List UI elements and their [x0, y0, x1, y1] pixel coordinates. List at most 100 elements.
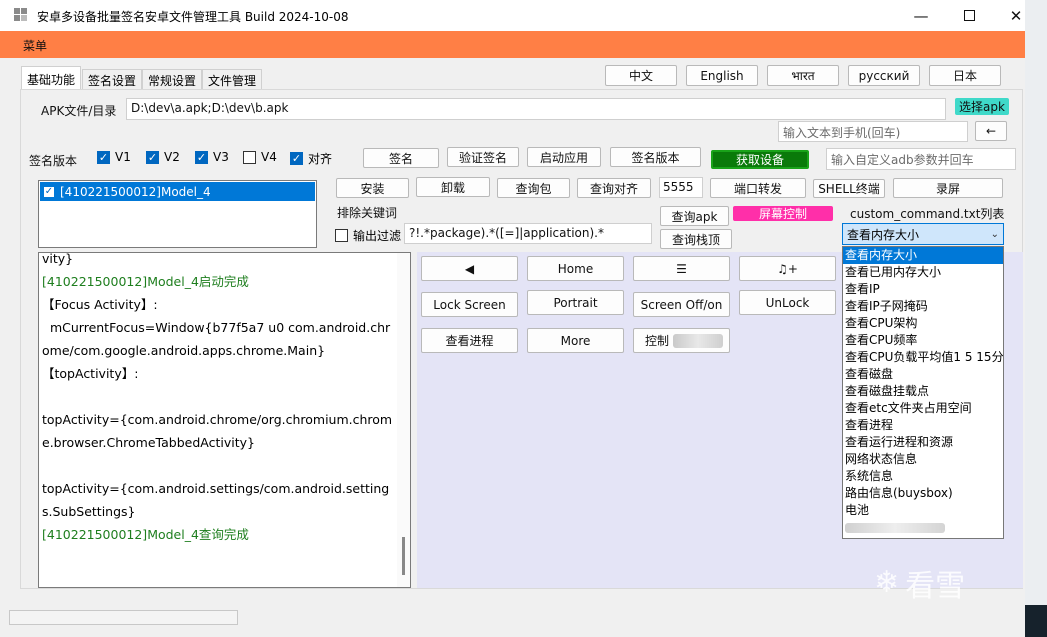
sign-version-button[interactable]: 签名版本 — [610, 147, 701, 167]
lock-screen-button[interactable]: Lock Screen — [421, 292, 518, 317]
dropdown-option[interactable]: 查看运行进程和资源 — [843, 434, 1003, 451]
launch-app-button[interactable]: 启动应用 — [527, 147, 601, 167]
window-title: 安卓多设备批量签名安卓文件管理工具 Build 2024-10-08 — [37, 10, 349, 24]
tab-sign-settings[interactable]: 签名设置 — [82, 69, 143, 90]
maximize-icon — [963, 10, 975, 21]
background-window-strip-dark — [1025, 605, 1047, 637]
scrollbar-thumb[interactable] — [402, 537, 405, 575]
phone-text-input[interactable]: 输入文本到手机(回车) — [778, 121, 968, 142]
get-device-button[interactable]: 获取设备 — [711, 150, 809, 169]
custom-command-dropdown[interactable]: 查看内存大小 ⌄ — [842, 223, 1004, 245]
checkbox-align[interactable]: ✓ 对齐 — [290, 150, 332, 167]
dropdown-option[interactable]: 网络状态信息 — [843, 451, 1003, 468]
log-line: [410221500012]Model_4启动完成 — [42, 274, 249, 289]
menu-bar: 菜单 — [0, 31, 1025, 58]
dropdown-option[interactable]: 查看CPU频率 — [843, 332, 1003, 349]
dropdown-option-blurred[interactable] — [843, 519, 1003, 536]
port-forward-button[interactable]: 端口转发 — [710, 178, 806, 198]
unlock-button[interactable]: UnLock — [739, 290, 836, 315]
log-line: [410221500012]Model_4查询完成 — [42, 527, 249, 542]
log-line: vity} — [42, 252, 74, 266]
dropdown-option[interactable]: 查看磁盘挂载点 — [843, 383, 1003, 400]
port-input[interactable]: 5555 — [659, 177, 703, 198]
dropdown-option[interactable]: 查看IP子网掩码 — [843, 298, 1003, 315]
minimize-button[interactable]: — — [898, 0, 944, 31]
blurred-region — [673, 333, 724, 348]
chevron-down-icon: ⌄ — [990, 228, 999, 240]
checkbox-v1[interactable]: ✓ V1 — [97, 150, 131, 164]
apk-path-input[interactable]: D:\dev\a.apk;D:\dev\b.apk — [126, 98, 946, 120]
home-key-button[interactable]: Home — [527, 256, 624, 281]
background-window-strip — [1025, 0, 1047, 637]
view-process-button[interactable]: 查看进程 — [421, 328, 518, 353]
tab-basic-functions[interactable]: 基础功能 — [21, 66, 82, 90]
exclude-keywords-label: 排除关键词 — [337, 206, 398, 220]
back-key-button[interactable]: ◀ — [421, 256, 518, 281]
filter-regex-input[interactable]: ?!.*package).*([=]|application).* — [404, 223, 652, 244]
checkbox-v4[interactable]: V4 — [243, 150, 277, 164]
close-button[interactable]: ✕ — [993, 0, 1025, 31]
log-scrollbar[interactable] — [397, 253, 410, 587]
minimize-icon: — — [913, 6, 929, 25]
custom-command-label: custom_command.txt列表 — [850, 207, 1005, 221]
status-field — [9, 610, 238, 625]
log-output[interactable]: vity} [410221500012]Model_4启动完成 【Focus Act… — [38, 252, 411, 588]
dropdown-option[interactable]: 查看进程 — [843, 417, 1003, 434]
device-list-item[interactable]: ✓ [410221500012]Model_4 — [40, 182, 315, 201]
tab-file-management[interactable]: 文件管理 — [202, 69, 263, 90]
maximize-button[interactable] — [946, 0, 992, 31]
shell-terminal-button[interactable]: SHELL终端 — [813, 179, 885, 198]
check-icon: ✓ — [146, 150, 159, 164]
dropdown-option[interactable]: 查看etc文件夹占用空间 — [843, 400, 1003, 417]
record-screen-button[interactable]: 录屏 — [893, 178, 1003, 198]
query-package-button[interactable]: 查询包 — [497, 178, 570, 198]
check-icon: ✓ — [97, 150, 110, 164]
screen-off-on-button[interactable]: Screen Off/on — [633, 292, 730, 317]
uninstall-button[interactable]: 卸载 — [416, 177, 490, 197]
checkbox-v3[interactable]: ✓ V3 — [195, 150, 229, 164]
select-apk-button[interactable]: 选择apk — [955, 98, 1009, 115]
custom-command-options: 查看内存大小 查看已用内存大小 查看IP 查看IP子网掩码 查看CPU架构 查看CPU频率… — [842, 246, 1004, 539]
sign-version-label: 签名版本 — [29, 154, 78, 168]
tab-general-settings[interactable]: 常规设置 — [142, 69, 203, 90]
checkbox-empty-icon — [243, 150, 256, 164]
dropdown-option[interactable]: 路由信息(buysbox) — [843, 485, 1003, 502]
log-line: mCurrentFocus=Window{b77f5a7 u0 com.andr… — [42, 320, 391, 358]
volume-up-button[interactable]: ♫+ — [739, 256, 836, 281]
dropdown-option[interactable]: 查看CPU架构 — [843, 315, 1003, 332]
dropdown-option[interactable]: 查看CPU负载平均值1 5 15分钟 — [843, 349, 1003, 366]
dropdown-option[interactable]: 查看磁盘 — [843, 366, 1003, 383]
portrait-button[interactable]: Portrait — [527, 290, 624, 315]
verify-sign-button[interactable]: 验证签名 — [447, 147, 519, 167]
dropdown-option[interactable]: 查看内存大小 — [843, 247, 1003, 264]
checkbox-empty-icon — [335, 229, 348, 242]
language-japanese-button[interactable]: 日本 — [929, 65, 1001, 86]
language-english-button[interactable]: English — [686, 65, 758, 86]
dropdown-option[interactable]: 电池 — [843, 502, 1003, 519]
menu-key-button[interactable]: ☰ — [633, 256, 730, 281]
install-button[interactable]: 安装 — [336, 178, 409, 198]
more-button[interactable]: More — [527, 328, 624, 353]
language-hindi-button[interactable]: भारत — [767, 65, 839, 86]
menu-item[interactable]: 菜单 — [23, 37, 47, 54]
output-filter-checkbox[interactable]: 输出过滤 — [335, 227, 401, 244]
dropdown-option[interactable]: 查看已用内存大小 — [843, 264, 1003, 281]
log-line: 【topActivity】: — [42, 366, 139, 381]
query-align-button[interactable]: 查询对齐 — [577, 178, 651, 198]
send-text-button[interactable]: ← — [975, 121, 1007, 141]
dropdown-option[interactable]: 查看IP — [843, 281, 1003, 298]
title-bar: 安卓多设备批量签名安卓文件管理工具 Build 2024-10-08 — ✕ — [0, 0, 1025, 31]
query-apk-button[interactable]: 查询apk — [660, 206, 729, 226]
query-stack-top-button[interactable]: 查询栈顶 — [660, 229, 732, 249]
dropdown-option[interactable]: 系统信息 — [843, 468, 1003, 485]
close-icon: ✕ — [1009, 6, 1023, 25]
language-russian-button[interactable]: русский — [848, 65, 920, 86]
screen-control-button[interactable]: 屏幕控制 — [733, 206, 833, 221]
adb-params-input[interactable]: 输入自定义adb参数并回车 — [826, 148, 1016, 170]
control-button[interactable]: 控制 — [633, 328, 730, 353]
language-chinese-button[interactable]: 中文 — [605, 65, 677, 86]
sign-button[interactable]: 签名 — [363, 148, 439, 168]
checkbox-v2[interactable]: ✓ V2 — [146, 150, 180, 164]
